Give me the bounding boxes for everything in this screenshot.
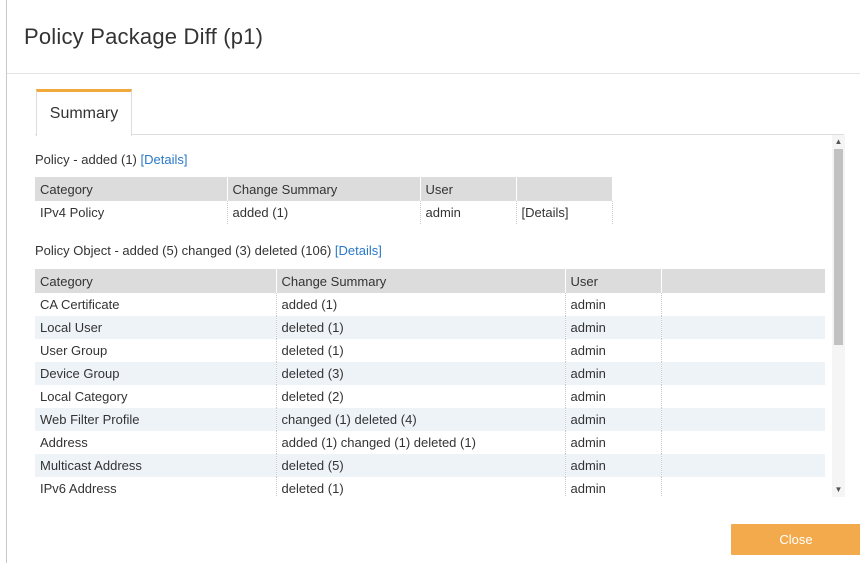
column-header-change-summary[interactable]: Change Summary [227,177,421,201]
cell-change-summary: deleted (1) [276,477,566,497]
table-row[interactable]: Local User deleted (1) admin [35,316,825,339]
policy-object-details-link[interactable]: [Details] [335,243,382,258]
vertical-scrollbar[interactable]: ▲ ▼ [832,135,845,497]
column-header-change-summary[interactable]: Change Summary [276,269,566,293]
table-header-row: Category Change Summary User [35,177,826,201]
cell-change-summary: added (1) [276,293,566,316]
cell-user: admin [565,362,662,385]
cell-change-summary: deleted (1) [276,339,566,362]
policy-object-heading-text: Policy Object - added (5) changed (3) de… [35,243,332,258]
policy-object-table: Category Change Summary User CA Certific… [35,269,826,497]
cell-change-summary: changed (1) deleted (4) [276,408,566,431]
cell-empty [661,454,825,477]
column-header-details [516,177,613,201]
triangle-down-icon[interactable]: ▼ [832,483,845,497]
cell-category: Web Filter Profile [35,408,277,431]
table-row[interactable]: CA Certificate added (1) admin [35,293,825,316]
close-button[interactable]: Close [731,524,860,555]
policy-package-diff-dialog: Policy Package Diff (p1) Summary Policy … [6,0,860,563]
cell-empty [661,339,825,362]
policy-object-section-heading: Policy Object - added (5) changed (3) de… [35,243,382,258]
table-row[interactable]: IPv6 Address deleted (1) admin [35,477,825,497]
column-header-filler [612,177,826,201]
cell-user: admin [565,316,662,339]
dialog-header: Policy Package Diff (p1) [7,0,860,74]
cell-empty [661,362,825,385]
cell-category: User Group [35,339,277,362]
column-header-category[interactable]: Category [35,269,277,293]
table-header-row: Category Change Summary User [35,269,826,293]
policy-table: Category Change Summary User IPv4 Policy… [35,177,826,224]
cell-empty [661,293,825,316]
column-header-category[interactable]: Category [35,177,228,201]
cell-user: admin [565,408,662,431]
cell-empty [661,385,825,408]
cell-filler [612,201,825,224]
policy-section-heading: Policy - added (1) [Details] [35,152,187,167]
cell-empty [661,316,825,339]
tab-summary[interactable]: Summary [36,89,132,136]
cell-change-summary: deleted (3) [276,362,566,385]
summary-scroll-area[interactable]: Policy - added (1) [Details] Category Ch… [35,135,844,497]
table-row[interactable]: IPv4 Policy added (1) admin [Details] [35,201,825,224]
cell-change-summary: deleted (2) [276,385,566,408]
table-row[interactable]: Device Group deleted (3) admin [35,362,825,385]
policy-heading-text: Policy - added (1) [35,152,137,167]
cell-user: admin [565,477,662,497]
table-row[interactable]: Local Category deleted (2) admin [35,385,825,408]
cell-change-summary: deleted (5) [276,454,566,477]
cell-category: CA Certificate [35,293,277,316]
cell-category: Device Group [35,362,277,385]
cell-category: Local Category [35,385,277,408]
column-header-user[interactable]: User [565,269,662,293]
cell-user: admin [565,385,662,408]
column-header-extra [661,269,826,293]
cell-category: IPv6 Address [35,477,277,497]
table-row[interactable]: Multicast Address deleted (5) admin [35,454,825,477]
cell-category: Multicast Address [35,454,277,477]
table-row[interactable]: Address added (1) changed (1) deleted (1… [35,431,825,454]
dialog-title: Policy Package Diff (p1) [24,24,264,49]
cell-user: admin [420,201,517,224]
cell-empty [661,431,825,454]
cell-user: admin [565,339,662,362]
cell-change-summary: added (1) [227,201,421,224]
table-row[interactable]: User Group deleted (1) admin [35,339,825,362]
cell-change-summary: deleted (1) [276,316,566,339]
cell-empty [661,408,825,431]
cell-user: admin [565,293,662,316]
policy-details-link[interactable]: [Details] [141,152,188,167]
tab-strip: Summary [35,88,844,136]
cell-category: Local User [35,316,277,339]
cell-details-link[interactable]: [Details] [516,201,613,224]
cell-empty [661,477,825,497]
cell-user: admin [565,454,662,477]
cell-category: IPv4 Policy [35,201,228,224]
column-header-user[interactable]: User [420,177,517,201]
triangle-up-icon[interactable]: ▲ [832,135,845,149]
scrollbar-thumb[interactable] [834,149,843,345]
cell-user: admin [565,431,662,454]
cell-change-summary: added (1) changed (1) deleted (1) [276,431,566,454]
table-row[interactable]: Web Filter Profile changed (1) deleted (… [35,408,825,431]
cell-category: Address [35,431,277,454]
